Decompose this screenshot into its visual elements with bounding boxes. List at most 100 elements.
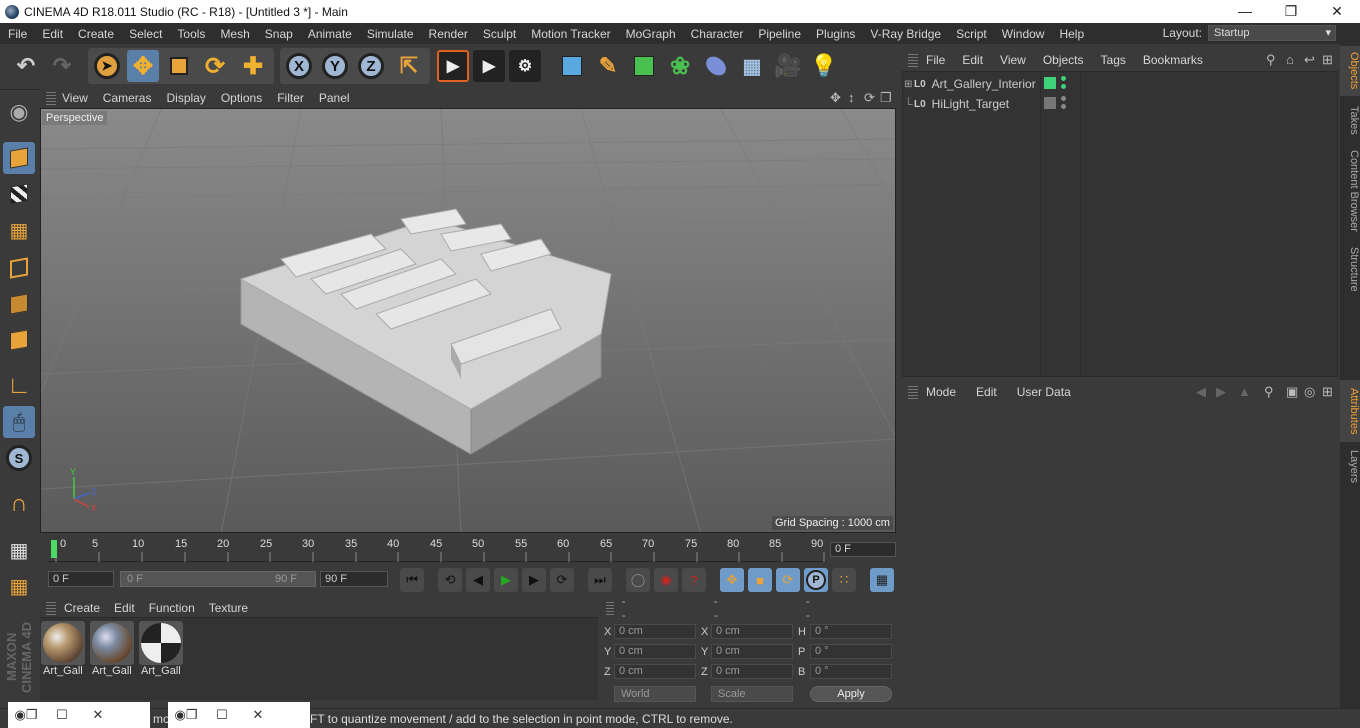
axis-mode-icon[interactable]: ∟: [3, 370, 35, 402]
render-picture-viewer-icon[interactable]: ▶: [473, 50, 505, 82]
key-pla-icon[interactable]: ∷: [832, 568, 856, 592]
panel-grip-icon[interactable]: [908, 53, 918, 67]
size-x-field[interactable]: 0 cm: [711, 624, 793, 639]
move-tool-icon[interactable]: ✥: [127, 50, 159, 82]
menu-file[interactable]: File: [0, 27, 34, 41]
redo-icon[interactable]: ↷: [46, 50, 78, 82]
material-swatch[interactable]: [90, 621, 134, 665]
key-parameter-icon[interactable]: P: [804, 568, 828, 592]
menu-simulate[interactable]: Simulate: [359, 27, 421, 41]
render-visibility-icon[interactable]: [1061, 104, 1066, 109]
layer-color-icon[interactable]: [1044, 77, 1056, 89]
floor-icon[interactable]: ▦: [736, 50, 768, 82]
cloner-icon[interactable]: ❀: [664, 50, 696, 82]
material-menu-texture[interactable]: Texture: [209, 601, 248, 615]
start-frame-field[interactable]: 0 F: [48, 571, 114, 587]
target-icon[interactable]: ◎: [1304, 384, 1315, 400]
minimized-window[interactable]: ◉❐ ☐ ✕: [8, 702, 150, 728]
object-row[interactable]: ⊞ L0 Art_Gallery_Interior: [904, 75, 1036, 93]
material-menu-function[interactable]: Function: [149, 601, 195, 615]
close-button[interactable]: ✕: [1314, 0, 1360, 23]
menu-tools[interactable]: Tools: [169, 27, 212, 41]
previous-frame-icon[interactable]: ◀: [466, 568, 490, 592]
object-menu-view[interactable]: View: [1000, 53, 1026, 67]
menu-mesh[interactable]: Mesh: [212, 27, 256, 41]
camera-icon[interactable]: 🎥: [772, 50, 804, 82]
viewport-menu-cameras[interactable]: Cameras: [103, 91, 152, 105]
object-menu-objects[interactable]: Objects: [1043, 53, 1084, 67]
restore-icon[interactable]: ☐: [204, 707, 240, 723]
menu-pipeline[interactable]: Pipeline: [750, 27, 808, 41]
expand-icon[interactable]: ⊞: [904, 79, 914, 90]
key-scale-icon[interactable]: ■: [748, 568, 772, 592]
coordinate-system-icon[interactable]: ⇱: [393, 50, 425, 82]
layer-color-icon[interactable]: [1044, 97, 1056, 109]
object-menu-edit[interactable]: Edit: [962, 53, 983, 67]
go-to-start-icon[interactable]: ⏮: [400, 568, 424, 592]
tab-layers[interactable]: Layers: [1340, 446, 1360, 486]
subdivision-surface-icon[interactable]: [628, 50, 660, 82]
viewport-3d[interactable]: Y Z X: [40, 108, 896, 533]
material-swatch[interactable]: [139, 621, 183, 665]
render-settings-icon[interactable]: ⚙: [509, 50, 541, 82]
menu-snap[interactable]: Snap: [257, 27, 300, 41]
planar-workplane-icon[interactable]: ▦: [3, 570, 35, 602]
light-icon[interactable]: 💡: [808, 50, 840, 82]
restore-button[interactable]: ❐: [1268, 0, 1314, 23]
object-row[interactable]: └ L0 HiLight_Target: [904, 95, 1009, 113]
minimized-window[interactable]: ◉❐ ☐ ✕: [168, 702, 310, 728]
next-frame-icon[interactable]: ▶: [522, 568, 546, 592]
viewport-menu-filter[interactable]: Filter: [277, 91, 304, 105]
go-to-end-icon[interactable]: ⏭: [588, 568, 612, 592]
object-menu-bookmarks[interactable]: Bookmarks: [1143, 53, 1203, 67]
editor-visibility-icon[interactable]: [1061, 76, 1066, 81]
layout-select[interactable]: Startup: [1208, 25, 1336, 41]
object-name[interactable]: HiLight_Target: [932, 97, 1009, 111]
lock-icon[interactable]: ▣: [1286, 384, 1298, 400]
menu-sculpt[interactable]: Sculpt: [475, 27, 523, 41]
attr-menu-mode[interactable]: Mode: [926, 385, 956, 399]
apply-button[interactable]: Apply: [810, 686, 892, 702]
menu-create[interactable]: Create: [70, 27, 121, 41]
snapping-icon[interactable]: ∩: [3, 488, 35, 520]
current-frame-field[interactable]: 0 F: [830, 542, 896, 557]
tweak-mode-icon[interactable]: 🖱: [3, 406, 35, 438]
viewport-zoom-icon[interactable]: ↕: [848, 90, 855, 105]
menu-render[interactable]: Render: [421, 27, 475, 41]
editor-visibility-icon[interactable]: [1061, 96, 1066, 101]
frame-range-slider[interactable]: 0 F 90 F: [120, 571, 316, 587]
tab-objects[interactable]: Objects: [1340, 46, 1360, 96]
attr-menu-user-data[interactable]: User Data: [1017, 385, 1071, 399]
polygons-mode-icon[interactable]: [3, 324, 35, 356]
keyframe-selection-icon[interactable]: ?: [682, 568, 706, 592]
coordinate-mode-select[interactable]: World: [614, 686, 696, 702]
new-panel-icon[interactable]: ⊞: [1322, 52, 1333, 68]
menu-plugins[interactable]: Plugins: [808, 27, 862, 41]
viewport-rotate-icon[interactable]: ⟳: [864, 90, 875, 106]
panel-grip-icon[interactable]: [46, 600, 56, 615]
search-icon[interactable]: ⚲: [1264, 384, 1274, 400]
z-axis-lock-icon[interactable]: Z: [355, 50, 387, 82]
viewport-maximize-icon[interactable]: ❐: [880, 90, 892, 106]
play-icon[interactable]: ▶: [494, 568, 518, 592]
menu-mograph[interactable]: MoGraph: [618, 27, 683, 41]
playhead[interactable]: [51, 540, 57, 558]
pen-spline-icon[interactable]: ✎: [592, 50, 624, 82]
object-menu-file[interactable]: File: [926, 53, 945, 67]
pos-z-field[interactable]: 0 cm: [614, 664, 696, 679]
key-rotation-icon[interactable]: ⟳: [776, 568, 800, 592]
select-pointer-icon[interactable]: ➤: [91, 50, 123, 82]
tab-takes[interactable]: Takes: [1340, 100, 1360, 140]
rot-p-field[interactable]: 0 °: [810, 644, 892, 659]
solo-mode-icon[interactable]: S: [3, 442, 35, 474]
x-axis-lock-icon[interactable]: X: [283, 50, 315, 82]
rot-b-field[interactable]: 0 °: [810, 664, 892, 679]
key-position-icon[interactable]: ✥: [720, 568, 744, 592]
size-z-field[interactable]: 0 cm: [711, 664, 793, 679]
viewport-menu-panel[interactable]: Panel: [319, 91, 350, 105]
object-name[interactable]: Art_Gallery_Interior: [932, 77, 1036, 91]
menu-vray-bridge[interactable]: V-Ray Bridge: [862, 27, 948, 41]
back-icon[interactable]: ↩: [1304, 52, 1315, 68]
pos-x-field[interactable]: 0 cm: [614, 624, 696, 639]
record-keys-icon[interactable]: ◯: [626, 568, 650, 592]
